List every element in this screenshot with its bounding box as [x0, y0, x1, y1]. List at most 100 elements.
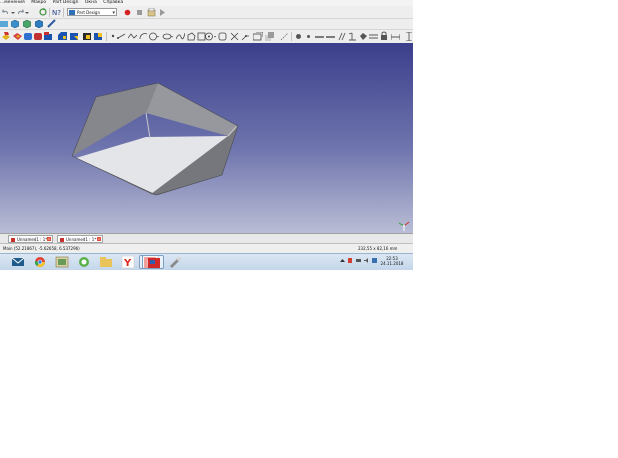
freecad-doc-icon — [60, 238, 64, 242]
menu-part-design[interactable]: Part Design — [53, 0, 79, 5]
redo-icon[interactable] — [17, 9, 24, 16]
constrain-equal-icon[interactable] — [369, 33, 378, 40]
status-bar: Main (52.21867), -5.62658, 6.537296) 232… — [0, 244, 413, 253]
menu-windows[interactable]: Окна — [85, 0, 97, 5]
point-icon[interactable] — [110, 33, 116, 39]
line-icon[interactable] — [117, 33, 126, 40]
pocket-icon[interactable] — [13, 32, 22, 41]
yandex-browser-icon[interactable]: Y — [118, 255, 138, 269]
polyline-icon[interactable] — [128, 33, 137, 40]
undo-icon[interactable] — [2, 9, 9, 16]
tray-network-icon[interactable] — [356, 258, 361, 263]
tray-arrow-icon[interactable] — [340, 258, 345, 263]
toolbar-separator — [106, 32, 107, 41]
trim-icon[interactable] — [230, 32, 239, 41]
fillet-sketch-icon[interactable] — [218, 32, 227, 41]
model-back-wall[interactable] — [146, 83, 238, 136]
freecad-taskbar-button[interactable] — [142, 255, 164, 269]
groove-icon[interactable] — [34, 32, 42, 41]
constrain-coincident-icon[interactable] — [295, 33, 302, 40]
constrain-tangent-icon[interactable] — [359, 32, 368, 41]
close-icon[interactable]: × — [97, 237, 101, 241]
thickness-icon[interactable] — [83, 32, 92, 41]
fillet-icon[interactable] — [44, 32, 52, 41]
constrain-distance-y-icon[interactable] — [405, 32, 413, 41]
slot-icon[interactable] — [205, 32, 216, 41]
tray-flag-icon[interactable] — [348, 258, 353, 263]
utorrent-icon[interactable] — [74, 255, 94, 269]
undo-dropdown-icon[interactable] — [11, 9, 15, 16]
workbench-selector[interactable]: Part Design ▾ — [67, 8, 117, 16]
whats-this-icon[interactable]: N? — [52, 8, 61, 16]
clock-date: 24.11.2018 — [380, 261, 404, 266]
measure-icon[interactable] — [47, 19, 56, 28]
view-toolbar — [0, 19, 413, 30]
part-design-toolbar — [0, 30, 413, 44]
macros-icon[interactable] — [147, 8, 156, 17]
view-isometric-icon[interactable] — [11, 20, 19, 28]
stop-macro-icon[interactable] — [136, 9, 143, 16]
arc-icon[interactable] — [139, 32, 148, 41]
main-toolbar: N? Part Design ▾ — [0, 6, 413, 19]
document-tab[interactable]: Unnamed1 : 1* × — [8, 235, 53, 243]
constrain-vertical-icon[interactable] — [315, 33, 324, 40]
dimension-readout: 232,55 x 82,16 mm — [358, 246, 398, 251]
toolbar-separator — [63, 8, 64, 17]
revolution-icon[interactable] — [24, 32, 32, 41]
constrain-horizontal-icon[interactable] — [326, 33, 335, 40]
explorer-icon[interactable] — [96, 255, 116, 269]
document-tab-label: Unnamed1 : 1* — [66, 237, 97, 242]
settings-tool-icon[interactable] — [165, 255, 185, 269]
view-top-icon[interactable] — [35, 20, 43, 28]
mail-icon[interactable] — [8, 255, 28, 269]
chrome-icon[interactable] — [30, 255, 50, 269]
axis-cross-icon — [398, 221, 410, 231]
part-design-icon — [69, 10, 75, 15]
record-macro-icon[interactable] — [124, 9, 131, 16]
carbon-copy-icon[interactable] — [265, 32, 274, 41]
toolbar-separator — [291, 32, 292, 41]
3d-viewport[interactable] — [0, 43, 413, 233]
mirrored-icon[interactable] — [94, 32, 103, 41]
extend-icon[interactable] — [241, 32, 250, 41]
preselection-status: Main (52.21867), -5.62658, 6.537296) — [3, 246, 80, 251]
polygon-icon[interactable] — [187, 32, 196, 41]
refresh-icon[interactable] — [39, 8, 47, 16]
std-view-fit-all-icon[interactable] — [0, 20, 9, 28]
constrain-distance-x-icon[interactable] — [391, 33, 400, 40]
construction-mode-icon[interactable] — [280, 32, 289, 41]
image-viewer-icon[interactable] — [52, 255, 72, 269]
view-front-icon[interactable] — [23, 20, 31, 28]
constrain-perpendicular-icon[interactable] — [348, 32, 357, 41]
constrain-parallel-icon[interactable] — [337, 32, 346, 41]
conic-icon[interactable] — [162, 32, 173, 41]
menu-macro[interactable]: Макро — [31, 0, 46, 5]
svg-text:Y: Y — [123, 258, 132, 269]
pad-icon[interactable] — [2, 32, 10, 41]
document-tab-bar: Unnamed1 : 1* × Unnamed1 : 1* × — [0, 233, 413, 244]
execute-macro-icon[interactable] — [159, 9, 166, 16]
svg-text:N?: N? — [52, 9, 61, 16]
constrain-point-on-object-icon[interactable] — [305, 33, 312, 40]
model-scene — [71, 82, 239, 196]
bspline-icon[interactable] — [176, 32, 185, 41]
document-tab-active[interactable]: Unnamed1 : 1* × — [57, 235, 103, 243]
chevron-down-icon: ▾ — [112, 10, 115, 16]
external-geometry-icon[interactable] — [253, 32, 263, 41]
workbench-label: Part Design — [77, 10, 100, 15]
redo-dropdown-icon[interactable] — [25, 9, 29, 16]
circle-icon[interactable] — [148, 32, 159, 41]
freecad-doc-icon — [11, 238, 15, 242]
menu-help[interactable]: Справка — [103, 0, 123, 5]
close-icon[interactable]: × — [47, 237, 51, 241]
document-tab-label: Unnamed1 : 1* — [17, 237, 48, 242]
clock[interactable]: 22:53 24.11.2018 — [377, 256, 407, 266]
tray-volume-icon[interactable] — [364, 258, 369, 263]
chamfer-icon[interactable] — [58, 32, 67, 41]
model-rim-edge — [145, 112, 151, 139]
freecad-window: ...менения Макро Part Design Окна Справк… — [0, 0, 413, 270]
menu-edit[interactable]: ...менения — [0, 0, 25, 5]
draft-icon[interactable] — [70, 32, 79, 41]
constrain-lock-icon[interactable] — [380, 31, 388, 41]
windows-taskbar: Y P 22:53 24.11.2018 — [0, 253, 413, 270]
